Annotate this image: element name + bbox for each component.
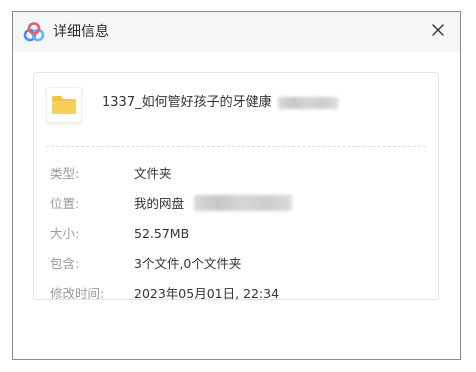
contains-value: 3个文件,0个文件夹 <box>134 256 242 271</box>
folder-thumbnail <box>46 87 82 123</box>
close-icon <box>432 24 444 36</box>
close-button[interactable] <box>424 16 452 44</box>
modified-value: 2023年05月01日, 22:34 <box>134 286 280 301</box>
location-value[interactable]: 我的网盘 <box>134 195 184 213</box>
size-label: 大小: <box>50 226 80 241</box>
dashed-divider <box>46 146 426 147</box>
baidu-netdisk-logo-icon <box>23 22 45 42</box>
type-label: 类型: <box>50 166 80 181</box>
type-value: 文件夹 <box>134 166 172 181</box>
contains-label: 包含: <box>50 256 80 271</box>
dialog-titlebar: 详细信息 <box>13 12 460 52</box>
details-dialog: 详细信息 1337_如何管好孩子的牙健康 类型: 文件夹 位置: 我的网盘 大小 <box>12 11 461 360</box>
modified-label: 修改时间: <box>50 286 105 301</box>
details-card: 1337_如何管好孩子的牙健康 类型: 文件夹 位置: 我的网盘 大小: 52.… <box>33 72 439 301</box>
dialog-title: 详细信息 <box>53 24 109 40</box>
location-label: 位置: <box>50 196 80 211</box>
redacted-name-suffix <box>278 97 338 109</box>
redacted-location-path <box>194 195 292 211</box>
file-name: 1337_如何管好孩子的牙健康 <box>102 95 272 110</box>
folder-icon <box>52 96 76 114</box>
size-value: 52.57MB <box>134 226 190 241</box>
